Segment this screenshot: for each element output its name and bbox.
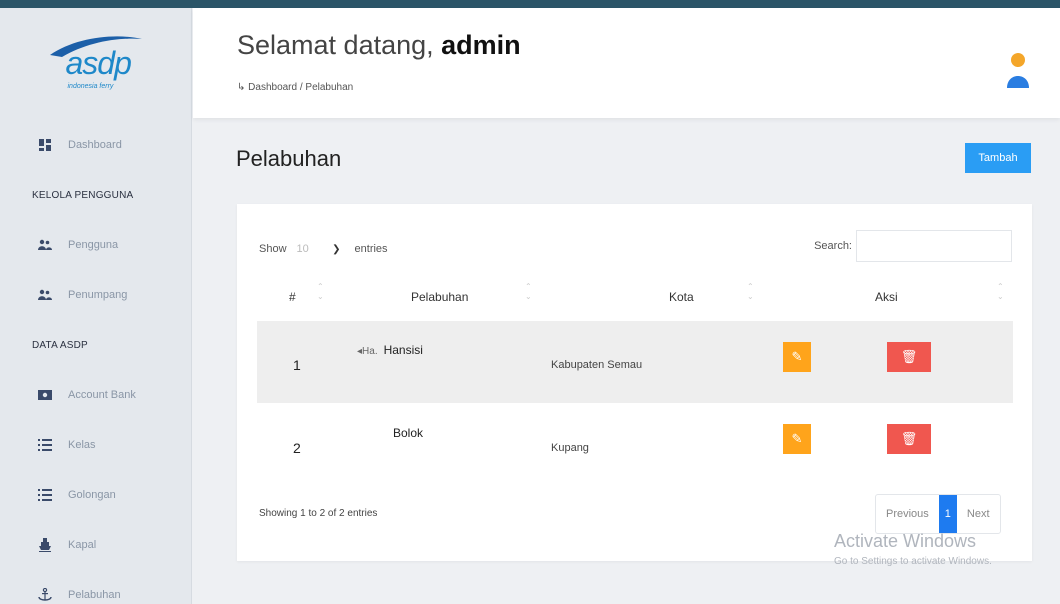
sidebar-item-pengguna[interactable]: Pengguna [0,220,191,270]
table-row: 2 Bolok Kupang ✎ 🗑 [257,404,1013,486]
top-header: Selamat datang, admin ↳ Dashboard / Pela… [193,8,1060,118]
sidebar-item-penumpang[interactable]: Penumpang [0,270,191,320]
chevron-down-icon: ❯ [332,243,341,255]
entries-select[interactable]: 10 ❯ [293,236,345,262]
breadcrumb[interactable]: ↳ Dashboard / Pelabuhan [237,82,353,93]
sort-icon: ⌃ ⌄ [997,282,1004,301]
search-input[interactable] [856,230,1012,262]
next-button[interactable]: Next [957,495,1000,533]
sort-icon: ⌃ ⌄ [747,282,754,301]
column-header-pelabuhan[interactable]: Pelabuhan [411,290,468,304]
trash-icon: 🗑 [900,349,918,364]
table-row: 1 ◂Ha. Hansisi Kabupaten Semau ✎ 🗑 [257,321,1013,403]
entries-value: 10 [296,243,309,255]
section-kelola-pengguna: KELOLA PENGGUNA [32,189,134,201]
search-label: Search: [814,240,852,252]
sort-icon: ⌃ ⌄ [525,282,532,301]
sidebar-item-golongan[interactable]: Golongan [0,470,191,520]
sidebar-item-dashboard[interactable]: Dashboard [0,120,191,170]
list-icon [38,438,52,452]
sidebar-item-label: Pelabuhan [68,589,121,601]
column-header-num[interactable]: # [289,290,296,304]
dashboard-icon [38,138,52,152]
add-button[interactable]: Tambah [965,143,1031,173]
entries-label: entries [354,243,388,255]
sort-icon: ⌃ ⌄ [317,282,324,301]
asdp-logo: asdp indonesia ferry [46,27,146,97]
ship-icon [38,538,52,552]
table-header: # ⌃ ⌄ Pelabuhan ⌃ ⌄ Kota ⌃ ⌄ Aksi ⌃ ⌄ [257,280,1013,320]
logo-tagline: indonesia ferry [67,83,114,90]
edit-icon: ✎ [791,349,803,364]
delete-button[interactable]: 🗑 [887,424,931,454]
image-alt-text: Ha. [362,346,378,357]
broken-image-icon: ◂Ha. [357,346,378,357]
sidebar-item-label: Kelas [68,439,96,451]
sidebar-item-label: Kapal [68,539,97,551]
logo-text: asdp [65,45,132,81]
table-info: Showing 1 to 2 of 2 entries [259,508,378,519]
search-control: Search: [814,230,1012,262]
edit-icon: ✎ [791,431,803,446]
sidebar-item-label: Golongan [68,489,116,501]
activate-windows-watermark: Activate Windows Go to Settings to activ… [834,531,992,567]
sidebar-item-account-bank[interactable]: Account Bank [0,370,191,420]
kota-cell: Kabupaten Semau [551,359,643,371]
sidebar-item-kelas[interactable]: Kelas [0,420,191,470]
page-title: Pelabuhan [236,146,342,171]
user-avatar-icon[interactable] [1006,50,1030,90]
section-data-asdp: DATA ASDP [32,339,88,351]
edit-button[interactable]: ✎ [783,342,811,372]
column-header-aksi[interactable]: Aksi [875,290,898,304]
sidebar-nav: Dashboard KELOLA PENGGUNA Pengguna Penum… [0,120,191,604]
data-table-card: Show 10 ❯ entries Search: # ⌃ ⌄ Pelabuhan… [237,204,1032,561]
anchor-icon [38,588,52,602]
row-number: 2 [293,440,301,456]
list-icon [38,488,52,502]
pagination: Previous 1 Next [875,494,1001,534]
sidebar-item-pelabuhan[interactable]: Pelabuhan [0,570,191,604]
users-icon [38,288,52,302]
money-icon [38,388,52,402]
sidebar-item-label: Account Bank [68,389,136,401]
delete-button[interactable]: 🗑 [887,342,931,372]
sidebar-item-label: Pengguna [68,239,119,251]
logo-area[interactable]: asdp indonesia ferry [0,8,191,116]
pelabuhan-name: Hansisi [383,343,423,357]
sidebar-item-label: Penumpang [68,289,128,301]
pelabuhan-cell: ◂Ha. Hansisi [357,343,423,357]
row-number: 1 [293,357,301,373]
username: admin [441,30,521,60]
watermark-title: Activate Windows [834,531,977,551]
welcome-prefix: Selamat datang, [237,30,434,60]
users-icon [38,238,52,252]
edit-button[interactable]: ✎ [783,424,811,454]
entries-control: Show 10 ❯ entries [259,236,388,262]
watermark-subtitle: Go to Settings to activate Windows. [834,556,992,567]
sidebar-item-label: Dashboard [68,139,122,151]
previous-button[interactable]: Previous [876,495,939,533]
kota-cell: Kupang [551,442,589,454]
column-header-kota[interactable]: Kota [669,290,694,304]
welcome-message: Selamat datang, admin [237,30,521,61]
trash-icon: 🗑 [900,431,918,446]
top-accent-bar [0,0,1060,8]
page-1-button[interactable]: 1 [938,495,957,533]
pelabuhan-name: Bolok [393,426,424,440]
sidebar-item-kapal[interactable]: Kapal [0,520,191,570]
show-label: Show [259,243,287,255]
sidebar: asdp indonesia ferry Dashboard KELOLA PE… [0,8,192,604]
